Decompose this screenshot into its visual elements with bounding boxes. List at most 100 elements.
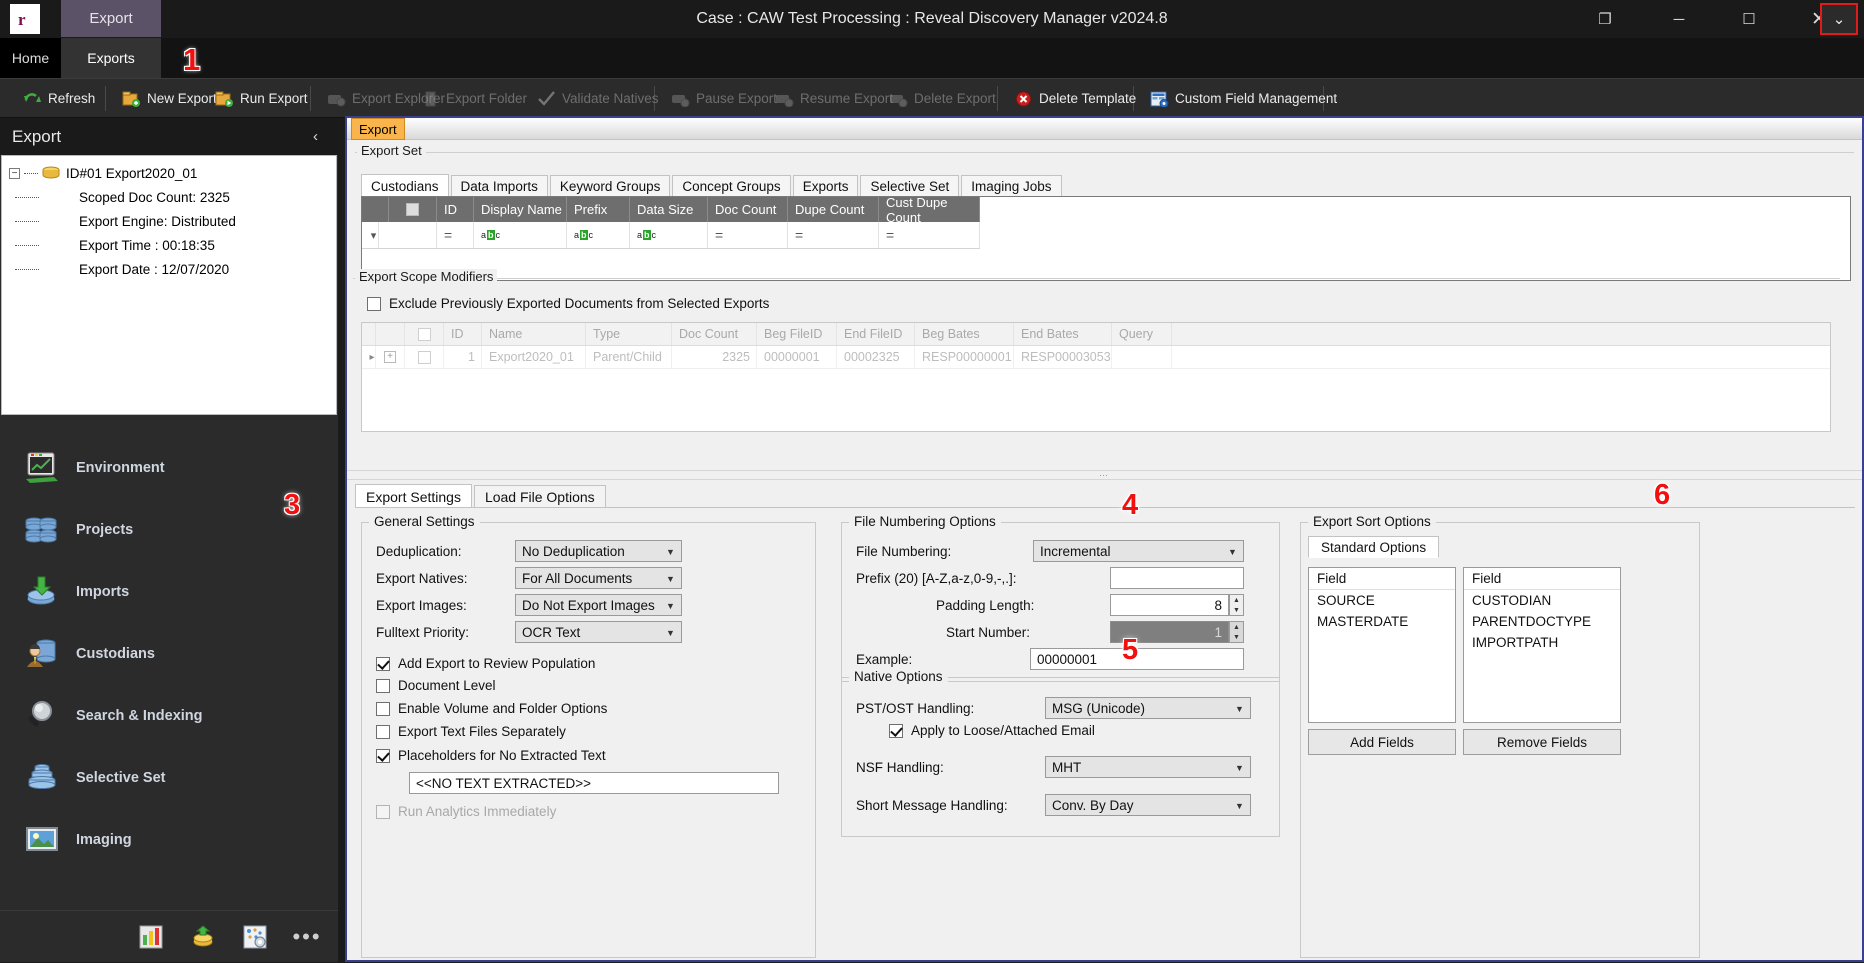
list-item[interactable]: IMPORTPATH bbox=[1464, 632, 1620, 653]
tab-export-settings[interactable]: Export Settings bbox=[355, 484, 472, 508]
deduplication-select[interactable]: No Deduplication ▼ bbox=[515, 540, 682, 562]
export-tree[interactable]: − ID#01 Export2020_01 Scoped Doc Count: … bbox=[1, 155, 337, 415]
tab-custodians[interactable]: Custodians bbox=[361, 174, 449, 197]
tab-data-imports[interactable]: Data Imports bbox=[450, 175, 548, 197]
tree-collapse-icon[interactable]: − bbox=[9, 167, 20, 179]
list-item[interactable]: MASTERDATE bbox=[1309, 611, 1455, 632]
tab-standard-options[interactable]: Standard Options bbox=[1308, 536, 1440, 558]
column-header-doc-count[interactable]: Doc Count bbox=[672, 323, 757, 345]
column-header-type[interactable]: Type bbox=[586, 323, 672, 345]
filter-cell-id[interactable]: = bbox=[437, 222, 474, 248]
apply-loose-attached-email-checkbox[interactable] bbox=[889, 723, 903, 738]
tree-root-node[interactable]: − ID#01 Export2020_01 bbox=[1, 161, 337, 185]
fulltext-priority-select[interactable]: OCR Text ▼ bbox=[515, 621, 682, 643]
chevron-down-icon[interactable]: ▼ bbox=[663, 544, 678, 559]
padding-length-stepper[interactable]: ▲ ▼ bbox=[1229, 594, 1244, 616]
column-header-data-size[interactable]: Data Size bbox=[630, 197, 708, 222]
pst-ost-handling-select[interactable]: MSG (Unicode) ▼ bbox=[1045, 697, 1251, 719]
processing-grid-icon[interactable] bbox=[229, 911, 281, 963]
stepper-down-icon[interactable]: ▼ bbox=[1230, 605, 1243, 615]
tree-child-node[interactable]: Scoped Doc Count: 2325 bbox=[1, 185, 337, 209]
sidebar-item-custodians[interactable]: Custodians bbox=[0, 623, 338, 685]
export-natives-select[interactable]: For All Documents ▼ bbox=[515, 567, 682, 589]
column-header-query[interactable]: Query bbox=[1112, 323, 1172, 345]
column-header-beg-fileid[interactable]: Beg FileID bbox=[757, 323, 837, 345]
padding-length-input[interactable]: 8 bbox=[1110, 594, 1229, 616]
collapse-panel-icon[interactable]: ‹ bbox=[313, 128, 318, 145]
file-numbering-select[interactable]: Incremental ▼ bbox=[1033, 540, 1244, 562]
document-level-row[interactable]: Document Level bbox=[376, 678, 496, 693]
chevron-down-icon[interactable]: ▼ bbox=[1232, 760, 1247, 775]
custodians-grid[interactable]: ID Display Name Prefix Data Size Doc Cou… bbox=[361, 195, 1851, 281]
column-header-doc-count[interactable]: Doc Count bbox=[708, 197, 788, 222]
column-header-id[interactable]: ID bbox=[437, 197, 474, 222]
tab-load-file-options[interactable]: Load File Options bbox=[473, 485, 606, 508]
toolbar-custom-field-management-button[interactable]: Custom Field Management bbox=[1141, 79, 1346, 118]
window-layout-button[interactable]: ❐ bbox=[1580, 0, 1630, 38]
tab-concept-groups[interactable]: Concept Groups bbox=[672, 175, 791, 197]
prefix-input[interactable] bbox=[1110, 567, 1244, 589]
filter-cell-select[interactable] bbox=[379, 222, 437, 248]
window-minimize-button[interactable]: ─ bbox=[1654, 0, 1704, 38]
tab-keyword-groups[interactable]: Keyword Groups bbox=[549, 175, 671, 197]
enable-volume-folder-options-row[interactable]: Enable Volume and Folder Options bbox=[376, 701, 607, 716]
chevron-down-icon[interactable]: ▼ bbox=[1225, 544, 1240, 559]
add-export-to-review-population-row[interactable]: Add Export to Review Population bbox=[376, 656, 595, 671]
tree-child-node[interactable]: Export Time : 00:18:35 bbox=[1, 233, 337, 257]
window-tab-export[interactable]: Export bbox=[61, 0, 161, 37]
add-fields-button[interactable]: Add Fields bbox=[1308, 729, 1456, 755]
column-header-select-all[interactable] bbox=[389, 197, 437, 222]
window-maximize-button[interactable]: ☐ bbox=[1724, 0, 1774, 38]
add-export-to-review-population-checkbox[interactable] bbox=[376, 656, 390, 671]
nsf-handling-select[interactable]: MHT ▼ bbox=[1045, 756, 1251, 778]
list-item[interactable]: CUSTODIAN bbox=[1464, 590, 1620, 611]
list-item[interactable]: PARENTDOCTYPE bbox=[1464, 611, 1620, 632]
row-select-cell[interactable] bbox=[405, 346, 444, 368]
exclude-previously-exported-checkbox-row[interactable]: Exclude Previously Exported Documents fr… bbox=[367, 296, 769, 311]
chevron-down-icon[interactable]: ▼ bbox=[663, 571, 678, 586]
filter-cell-prefix[interactable]: abc bbox=[567, 222, 630, 248]
column-header-cust-dupe-count[interactable]: Cust Dupe Count bbox=[879, 195, 980, 225]
sidebar-item-imports[interactable]: Imports bbox=[0, 561, 338, 623]
plus-icon[interactable]: + bbox=[384, 351, 396, 363]
column-header-prefix[interactable]: Prefix bbox=[567, 197, 630, 222]
select-all-checkbox[interactable] bbox=[417, 327, 431, 341]
scope-modifiers-grid[interactable]: ID Name Type Doc Count Beg FileID End Fi… bbox=[361, 322, 1831, 432]
filter-cell-data-size[interactable]: abc bbox=[630, 222, 708, 248]
chevron-down-icon[interactable]: ▼ bbox=[1232, 701, 1247, 716]
export-images-select[interactable]: Do Not Export Images ▼ bbox=[515, 594, 682, 616]
column-header-select-all[interactable] bbox=[405, 323, 444, 345]
more-ellipsis-icon[interactable]: ••• bbox=[281, 911, 333, 963]
column-header-end-bates[interactable]: End Bates bbox=[1014, 323, 1112, 345]
row-checkbox[interactable] bbox=[417, 350, 431, 364]
column-header-dupe-count[interactable]: Dupe Count bbox=[788, 197, 879, 222]
chevron-down-icon[interactable]: ▼ bbox=[663, 598, 678, 613]
short-message-handling-select[interactable]: Conv. By Day ▼ bbox=[1045, 794, 1251, 816]
export-text-files-separately-checkbox[interactable] bbox=[376, 724, 390, 739]
available-fields-list[interactable]: Field SOURCE MASTERDATE bbox=[1308, 567, 1456, 723]
panel-splitter[interactable]: ⋯ bbox=[347, 470, 1862, 480]
toolbar-refresh-button[interactable]: Refresh bbox=[14, 79, 104, 118]
document-level-checkbox[interactable] bbox=[376, 678, 390, 693]
column-header-display-name[interactable]: Display Name bbox=[474, 197, 567, 222]
exclude-previously-exported-checkbox[interactable] bbox=[367, 296, 381, 311]
table-row[interactable]: ▸ + 1 Export2020_01 Parent/Child 2325 00… bbox=[362, 346, 1830, 369]
analytics-chart-icon[interactable] bbox=[125, 911, 177, 963]
row-expand-button[interactable]: + bbox=[376, 346, 405, 368]
filter-cell-display-name[interactable]: abc bbox=[474, 222, 567, 248]
filter-cell-dupe-count[interactable]: = bbox=[788, 222, 879, 248]
toolbar-expand-button[interactable]: ⌄ bbox=[1820, 3, 1858, 35]
menu-item-exports[interactable]: Exports bbox=[61, 38, 161, 78]
column-header-id[interactable]: ID bbox=[444, 323, 482, 345]
tab-export[interactable]: Export bbox=[351, 118, 405, 140]
sidebar-item-imaging[interactable]: Imaging bbox=[0, 809, 338, 871]
menu-item-home[interactable]: Home bbox=[0, 38, 61, 78]
list-item[interactable]: SOURCE bbox=[1309, 590, 1455, 611]
custodians-grid-filter-row[interactable]: ▾ = abc abc abc = = = bbox=[362, 222, 980, 249]
placeholders-no-extracted-text-checkbox[interactable] bbox=[376, 748, 390, 763]
chevron-down-icon[interactable]: ▼ bbox=[1232, 798, 1247, 813]
toolbar-delete-template-button[interactable]: Delete Template bbox=[1005, 79, 1145, 118]
stepper-up-icon[interactable]: ▲ bbox=[1230, 595, 1243, 605]
filter-cell-cust-dupe-count[interactable]: = bbox=[879, 222, 980, 248]
placeholder-text-input[interactable]: <<NO TEXT EXTRACTED>> bbox=[409, 772, 779, 794]
